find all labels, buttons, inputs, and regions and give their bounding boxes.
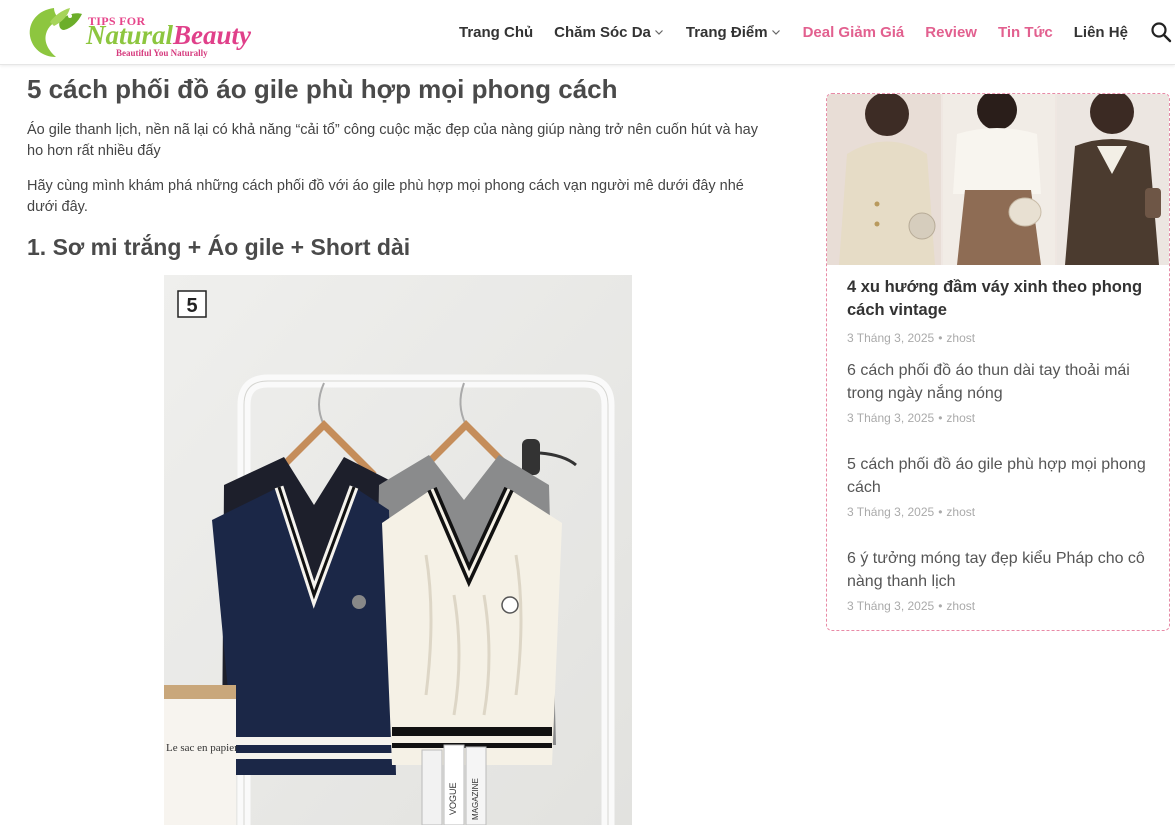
article-photo-gile-vests: 5 Le sac en papier VOGUE MAGAZINE [164,275,632,825]
post-meta: 3 Tháng 3, 2025 • zhost [847,331,975,345]
post-date: 3 Tháng 3, 2025 [847,599,935,613]
nav-label: Chăm Sóc Da [554,23,651,41]
chevron-down-icon [654,30,663,35]
post-author[interactable]: zhost [946,505,975,519]
post-author[interactable]: zhost [946,331,975,345]
featured-post-title[interactable]: 4 xu hướng đầm váy xinh theo phong cách … [847,276,1159,322]
nav-review[interactable]: Review [925,24,977,41]
search-icon[interactable] [1150,21,1172,43]
main-nav: Trang Chủ Chăm Sóc Da Trang Điểm Deal Gi… [459,20,1149,44]
site-header: TIPS FOR NaturalBeauty Beautiful You Nat… [0,0,1175,65]
leaf-face-icon [29,8,82,57]
post-author[interactable]: zhost [946,411,975,425]
nav-label: Review [925,23,977,41]
post-meta: 3 Tháng 3, 2025 • zhost [847,505,975,519]
nav-label: Deal Giảm Giá [802,23,905,41]
logo-tagline: Beautiful You Naturally [116,48,208,58]
recent-post-title[interactable]: 6 cách phối đồ áo thun dài tay thoải mái… [847,359,1159,405]
photo-bag-text: Le sac en papier [166,742,238,754]
vests-illustration: 5 Le sac en papier VOGUE MAGAZINE [164,275,632,825]
nav-trang-chu[interactable]: Trang Chủ [459,24,533,41]
sidebar-recent-posts: 4 xu hướng đầm váy xinh theo phong cách … [826,93,1170,631]
post-date: 3 Tháng 3, 2025 [847,411,935,425]
article: 5 cách phối đồ áo gile phù hợp mọi phong… [27,70,777,260]
article-title: 5 cách phối đồ áo gile phù hợp mọi phong… [27,74,618,104]
nav-label: Trang Chủ [459,23,534,41]
nav-label: Liên Hệ [1073,23,1128,41]
vintage-dresses-illustration [827,94,1169,265]
article-intro-paragraph: Áo gile thanh lịch, nền nã lại có khả nă… [27,122,758,159]
nav-lien-he[interactable]: Liên Hệ [1074,24,1128,41]
post-date: 3 Tháng 3, 2025 [847,331,935,345]
photo-book-vogue: VOGUE [448,782,458,815]
photo-book-magazine: MAGAZINE [471,778,480,820]
nav-label: Trang Điểm [685,23,768,41]
meta-separator: • [938,599,943,613]
logo-word-natural: Natural [86,20,174,50]
section-heading: 1. Sơ mi trắng + Áo gile + Short dài [27,234,411,260]
post-author[interactable]: zhost [946,599,975,613]
recent-post-title[interactable]: 6 ý tưởng móng tay đẹp kiểu Pháp cho cô … [847,547,1159,593]
logo-wordmark: NaturalBeauty [86,20,251,51]
logo-word-beauty: Beauty [173,20,252,50]
site-logo[interactable]: TIPS FOR NaturalBeauty Beautiful You Nat… [24,2,264,62]
post-meta: 3 Tháng 3, 2025 • zhost [847,411,975,425]
nav-label: Tin Tức [997,23,1053,41]
article-intro-paragraph-2: Hãy cùng mình khám phá những cách phối đ… [27,178,744,215]
post-date: 3 Tháng 3, 2025 [847,505,935,519]
meta-separator: • [938,505,943,519]
meta-separator: • [938,331,943,345]
chevron-down-icon [771,30,780,35]
post-meta: 3 Tháng 3, 2025 • zhost [847,599,975,613]
featured-post-image[interactable] [827,94,1169,265]
photo-badge: 5 [186,295,197,317]
nav-deal-giam-gia[interactable]: Deal Giảm Giá [803,24,905,41]
nav-tin-tuc[interactable]: Tin Tức [998,24,1053,41]
meta-separator: • [938,411,943,425]
nav-cham-soc-da[interactable]: Chăm Sóc Da [554,24,665,41]
nav-trang-diem[interactable]: Trang Điểm [686,24,782,41]
recent-post-title[interactable]: 5 cách phối đồ áo gile phù hợp mọi phong… [847,453,1159,499]
